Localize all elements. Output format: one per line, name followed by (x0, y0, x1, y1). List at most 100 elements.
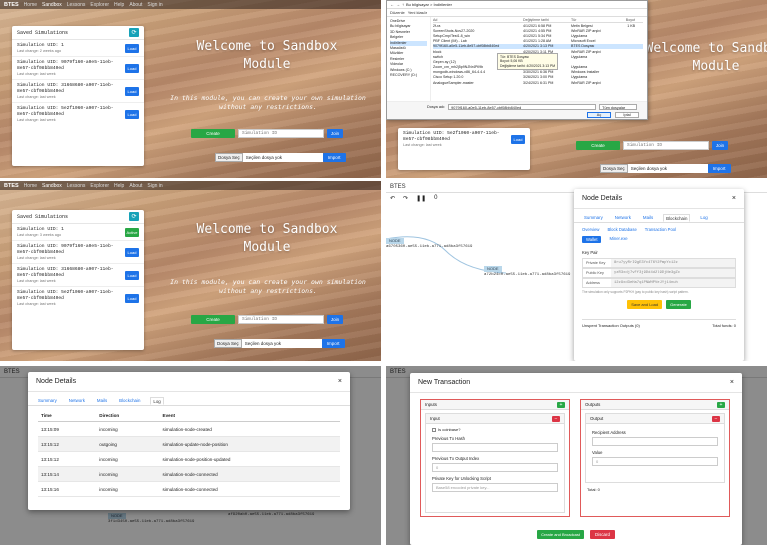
create-broadcast-button[interactable]: Create and Broadcast (537, 530, 585, 539)
filename-input[interactable]: 9079f160-a0e5-11eb-8e57-cbf08bb840ed (448, 104, 597, 110)
create-button[interactable]: Create (191, 315, 235, 324)
active-button[interactable]: Active (125, 227, 139, 237)
brand-label[interactable]: BTES (390, 184, 406, 190)
load-button[interactable]: Load (125, 109, 139, 119)
remove-output-icon[interactable]: − (712, 415, 720, 422)
tab-log[interactable]: Log (698, 214, 709, 222)
open-button[interactable]: Aç (587, 112, 611, 118)
tree-item[interactable]: RECOVERY (D:) (390, 73, 427, 78)
node-1-label[interactable]: NODE (386, 238, 404, 244)
forward-icon[interactable]: → (396, 2, 400, 7)
col-name[interactable]: Ad (433, 18, 523, 22)
nav-explorer[interactable]: Explorer (90, 183, 109, 189)
up-icon[interactable]: ↑ (402, 2, 404, 7)
subtab-overview[interactable]: Overview (582, 227, 599, 232)
tab-summary[interactable]: Summary (36, 397, 59, 405)
join-button[interactable]: Join (327, 129, 343, 138)
join-button[interactable]: Join (327, 315, 343, 324)
col-size[interactable]: Boyut (611, 18, 635, 22)
organize-button[interactable]: Düzenle (390, 10, 405, 15)
brand-link[interactable]: BTES (4, 183, 19, 189)
nav-about[interactable]: About (129, 2, 142, 8)
tab-mails[interactable]: Mails (641, 214, 655, 222)
recipient-input[interactable] (592, 437, 718, 446)
nav-signin[interactable]: Sign in (147, 2, 162, 8)
subtab-transaction-pool[interactable]: Transaction Pool (645, 227, 676, 232)
value-input[interactable]: 0 (592, 457, 718, 466)
private-key-input[interactable]: Base58 encoded private key... (432, 483, 558, 492)
subtab-wallet[interactable]: Wallet (582, 236, 602, 243)
subtab-miner[interactable]: Miner.exe (609, 236, 627, 243)
undo-icon[interactable]: ↶ (390, 195, 395, 205)
back-icon[interactable]: ← (390, 2, 394, 7)
nav-help[interactable]: Help (114, 2, 124, 8)
node-2-label[interactable]: NODE (484, 266, 502, 272)
file-choose-button[interactable]: Dosya Seç (600, 164, 628, 173)
close-icon[interactable]: × (338, 378, 342, 385)
add-input-icon[interactable]: + (557, 401, 565, 408)
file-type-select[interactable]: Tüm dosyalar (599, 104, 638, 110)
col-type[interactable]: Tür (571, 18, 611, 22)
tab-network[interactable]: Network (67, 397, 87, 405)
prev-hash-input[interactable] (432, 443, 558, 452)
subtab-block-database[interactable]: Block Database (607, 227, 636, 232)
save-and-load-button[interactable]: Save and Load (627, 300, 663, 309)
nav-signin[interactable]: Sign in (147, 183, 162, 189)
sim-row: Simulation UID: 5e2f1060-a907-11eb-8e57-… (12, 103, 144, 125)
file-row[interactable]: 2f-ra 4/1/2021 6:58 PM Metin Belgesi 1 KB (433, 23, 643, 28)
nav-about[interactable]: About (129, 183, 142, 189)
load-button[interactable]: Load (125, 63, 139, 73)
load-button[interactable]: Load (125, 270, 139, 280)
create-button[interactable]: Create (191, 129, 235, 138)
nav-home[interactable]: Home (24, 183, 37, 189)
create-button[interactable]: Create (576, 141, 620, 150)
close-icon[interactable]: × (730, 379, 734, 386)
generate-button[interactable]: Generate (666, 300, 691, 309)
import-button[interactable]: Import (707, 164, 731, 173)
load-button[interactable]: Load (125, 86, 139, 96)
nav-lessons[interactable]: Lessons (67, 183, 86, 189)
tab-blockchain[interactable]: Blockchain (117, 397, 142, 405)
redo-icon[interactable]: ↷ (403, 195, 408, 205)
brand-link[interactable]: BTES (4, 2, 19, 8)
import-button[interactable]: Import (322, 153, 346, 162)
tab-mails[interactable]: Mails (95, 397, 109, 405)
cancel-button[interactable]: İptal (615, 112, 639, 118)
coinbase-checkbox[interactable] (432, 427, 436, 432)
tab-log[interactable]: Log (150, 397, 164, 405)
pause-icon[interactable]: ❚❚ (416, 195, 426, 205)
simulation-id-input[interactable]: Simulation ID (623, 141, 709, 150)
tab-summary[interactable]: Summary (582, 214, 605, 222)
col-date[interactable]: Değiştirme tarihi (523, 18, 571, 22)
file-row[interactable]: AnalogueSampler-master 3/24/2021 6:31 PM W… (433, 80, 643, 85)
prev-index-input[interactable]: 0 (432, 463, 558, 472)
file-type: WinRAR ZIP arşivi (571, 28, 601, 33)
tab-network[interactable]: Network (613, 214, 633, 222)
tab-blockchain[interactable]: Blockchain (663, 214, 691, 222)
nav-home[interactable]: Home (24, 2, 37, 8)
nav-explorer[interactable]: Explorer (90, 2, 109, 8)
discard-button[interactable]: Discard (590, 530, 615, 539)
new-folder-button[interactable]: Yeni klasör (408, 10, 427, 15)
refresh-icon[interactable]: ⟳ (129, 28, 139, 37)
nav-sandbox[interactable]: Sandbox (42, 2, 62, 8)
load-button[interactable]: Load (125, 293, 139, 303)
dialog-path[interactable]: Bu bilgisayar > İndirilenler (406, 2, 452, 7)
nav-lessons[interactable]: Lessons (67, 2, 86, 8)
simulation-id-input[interactable]: Simulation ID (238, 129, 324, 138)
remove-input-icon[interactable]: − (552, 415, 560, 422)
file-none-label: Seçilen dosya yok (627, 164, 708, 173)
simulation-id-input[interactable]: Simulation ID (238, 315, 324, 324)
refresh-icon[interactable]: ⟳ (129, 212, 139, 221)
close-icon[interactable]: × (732, 195, 736, 202)
load-button[interactable]: Load (511, 134, 525, 144)
file-choose-button[interactable]: Dosya Seç (214, 339, 242, 348)
load-button[interactable]: Load (125, 43, 139, 53)
file-choose-button[interactable]: Dosya Seç (215, 153, 243, 162)
nav-help[interactable]: Help (114, 183, 124, 189)
import-button[interactable]: Import (321, 339, 345, 348)
add-output-icon[interactable]: + (717, 401, 725, 408)
nav-sandbox[interactable]: Sandbox (42, 183, 62, 189)
join-button[interactable]: Join (712, 141, 728, 150)
load-button[interactable]: Load (125, 247, 139, 257)
